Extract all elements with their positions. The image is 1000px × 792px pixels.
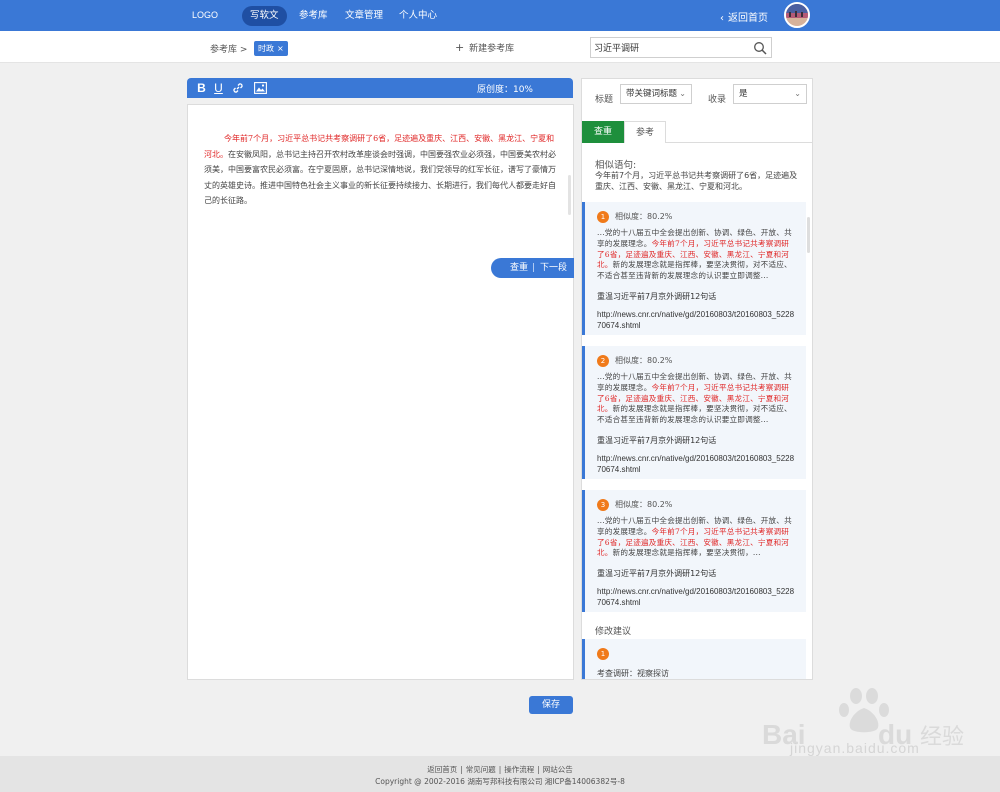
top-nav: LOGO 写软文 参考库 文章管理 个人中心 ‹ 返回首页 — [0, 0, 1000, 31]
search-icon[interactable] — [753, 41, 767, 55]
footer: 返回首页 | 常见问题 | 操作流程 | 网站公告 Copyright @ 2002-201… — [0, 756, 1000, 792]
suggestion-card[interactable]: 1 考查调研：视察探访 — [582, 639, 806, 679]
action-divider: | — [532, 263, 536, 273]
suggestion-heading: 修改建议 — [595, 627, 632, 637]
footer-link-home[interactable]: 返回首页 — [427, 765, 457, 774]
next-paragraph-button[interactable]: 下一段 — [540, 258, 567, 278]
breadcrumb[interactable]: 参考库 > — [210, 42, 247, 55]
chevron-down-icon: ⌄ — [679, 89, 686, 98]
link-icon[interactable] — [230, 80, 245, 96]
similarity-score: 相似度：80.2% — [615, 500, 673, 509]
underline-icon[interactable]: U — [211, 80, 226, 96]
similarity-score: 相似度：80.2% — [615, 356, 673, 365]
source-title[interactable]: 重温习近平前7月京外调研12句话 — [597, 435, 796, 446]
nav-item-reference[interactable]: 参考库 — [291, 6, 336, 26]
check-panel: 标题 带关键词标题 ⌄ 收录 是 ⌄ 查重 参考 相似语句: 今年前7个月，习近… — [581, 78, 813, 680]
result-card[interactable]: 3 相似度：80.2% ...党的十八届五中全会提出创新、协调、绿色、开放、共享的… — [582, 490, 806, 612]
nav-item-articles[interactable]: 文章管理 — [337, 6, 391, 26]
source-url[interactable]: http://news.cnr.cn/native/gd/20160803/t2… — [597, 453, 796, 475]
source-title[interactable]: 重温习近平前7月京外调研12句话 — [597, 568, 796, 579]
similar-heading: 相似语句: — [595, 160, 637, 171]
title-select[interactable]: 带关键词标题 ⌄ — [620, 84, 692, 104]
back-home-label: 返回首页 — [728, 13, 768, 24]
similar-sentence: 今年前7个月，习近平总书记共考察调研了6省，足迹遍及重庆、江西、安徽、黑龙江、宁… — [595, 171, 798, 191]
include-select-value: 是 — [739, 89, 748, 99]
search-input[interactable] — [594, 40, 744, 55]
chevron-left-icon: ‹ — [720, 13, 724, 24]
paragraph-actions: 查重 | 下一段 — [491, 258, 574, 278]
nav-item-profile[interactable]: 个人中心 — [391, 6, 445, 26]
originality-rate: 原创度：10% — [476, 85, 533, 95]
editor-scrollbar[interactable] — [568, 175, 571, 215]
tag-label: 时政 — [258, 44, 274, 53]
copyright: Copyright @ 2002-2016 湖南写邦科技有限公司 湘ICP备14… — [375, 777, 625, 786]
footer-link-faq[interactable]: 常见问题 — [466, 765, 496, 774]
check-button[interactable]: 查重 — [510, 258, 528, 278]
footer-link-process[interactable]: 操作流程 — [504, 765, 534, 774]
excerpt-after: 新的发展理念就是指挥棒，要坚决贯彻，对不适应、不适合甚至违背新的发展理念的认识要… — [597, 404, 792, 425]
tab-check[interactable]: 查重 — [582, 121, 624, 143]
result-card[interactable]: 2 相似度：80.2% ...党的十八届五中全会提出创新、协调、绿色、开放、共享的… — [582, 346, 806, 479]
tab-reference[interactable]: 参考 — [624, 121, 666, 143]
image-icon[interactable] — [253, 80, 268, 96]
suggestion-text: 考查调研：视察探访 — [597, 669, 669, 678]
title-select-value: 带关键词标题 — [626, 89, 678, 99]
chevron-down-icon: ⌄ — [794, 89, 801, 98]
include-filter-label: 收录 — [708, 95, 727, 105]
tag-chip[interactable]: 时政 × — [254, 41, 288, 56]
source-title[interactable]: 重温习近平前7月京外调研12句话 — [597, 291, 796, 302]
plus-icon: + — [455, 41, 465, 54]
close-icon[interactable]: × — [277, 44, 284, 53]
sub-bar: 参考库 > 时政 × + 新建参考库 — [0, 31, 1000, 63]
excerpt-after: 新的发展理念就是指挥棒，要坚决贯彻，对不适应、不适合甚至违背新的发展理念的认识要… — [597, 260, 792, 281]
source-url[interactable]: http://news.cnr.cn/native/gd/20160803/t2… — [597, 309, 796, 331]
editor-area[interactable]: 今年前7个月，习近平总书记共考察调研了6省，足迹遍及重庆、江西、安徽、黑龙江、宁… — [187, 104, 574, 680]
result-number: 3 — [597, 498, 609, 511]
result-number: 1 — [597, 210, 609, 223]
similarity-score: 相似度：80.2% — [615, 212, 673, 221]
result-number: 2 — [597, 354, 609, 367]
new-reference-label: 新建参考库 — [469, 44, 515, 54]
result-excerpt: ...党的十八届五中全会提出创新、协调、绿色、开放、共享的发展理念。今年前7个月… — [597, 372, 796, 426]
include-select[interactable]: 是 ⌄ — [733, 84, 807, 104]
editor-text-rest: 在安徽凤阳，总书记主持召开农村改革座谈会时强调，中国要强农业必须强，中国要美农村… — [204, 149, 556, 206]
title-filter-label: 标题 — [595, 95, 614, 105]
excerpt-after: 新的发展理念就是指挥棒，要坚决贯彻，... — [612, 548, 761, 558]
search-box — [590, 37, 772, 58]
suggestion-number: 1 — [597, 648, 609, 660]
result-excerpt: ...党的十八届五中全会提出创新、协调、绿色、开放、共享的发展理念。今年前7个月… — [597, 516, 796, 559]
footer-links: 返回首页 | 常见问题 | 操作流程 | 网站公告 — [427, 765, 573, 774]
source-url[interactable]: http://news.cnr.cn/native/gd/20160803/t2… — [597, 586, 796, 608]
svg-text:经验: 经验 — [920, 725, 964, 750]
new-reference-button[interactable]: + 新建参考库 — [455, 41, 514, 54]
nav-item-write[interactable]: 写软文 — [242, 6, 287, 26]
logo[interactable]: LOGO — [192, 10, 218, 20]
editor-text[interactable]: 今年前7个月，习近平总书记共考察调研了6省，足迹遍及重庆、江西、安徽、黑龙江、宁… — [204, 131, 556, 209]
editor-toolbar: B U 原创度：10% — [187, 78, 573, 98]
back-home-link[interactable]: ‹ 返回首页 — [720, 9, 768, 24]
bold-icon[interactable]: B — [194, 80, 209, 96]
avatar[interactable] — [784, 2, 810, 28]
footer-link-notice[interactable]: 网站公告 — [543, 765, 573, 774]
save-button[interactable]: 保存 — [529, 696, 573, 714]
watermark-url: jingyan.baidu.com — [790, 740, 920, 756]
result-excerpt: ...党的十八届五中全会提出创新、协调、绿色、开放、共享的发展理念。今年前7个月… — [597, 228, 796, 282]
result-card[interactable]: 1 相似度：80.2% ...党的十八届五中全会提出创新、协调、绿色、开放、共享的… — [582, 202, 806, 335]
panel-scrollbar[interactable] — [807, 217, 810, 253]
